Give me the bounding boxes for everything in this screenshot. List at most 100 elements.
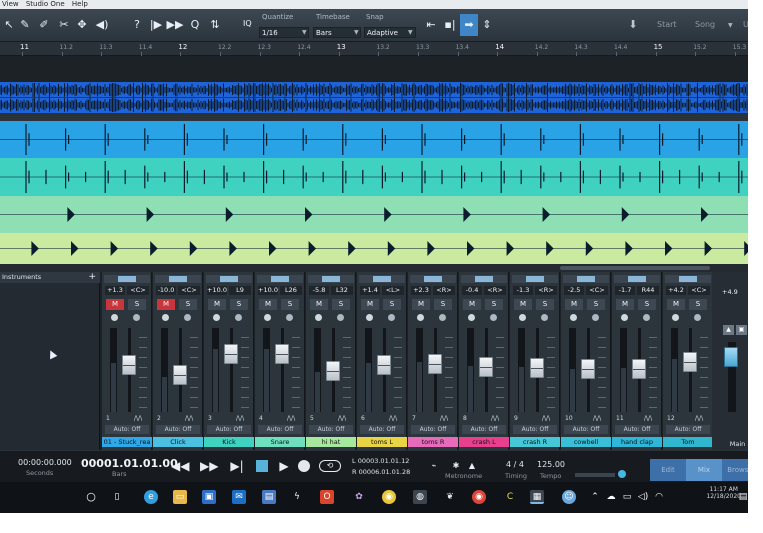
volume-fader[interactable] bbox=[377, 354, 391, 375]
automation-mode[interactable]: Auto: Off bbox=[105, 425, 149, 434]
menu-studio-one[interactable]: Studio One bbox=[26, 0, 65, 8]
volume-fader[interactable] bbox=[479, 356, 493, 377]
automation-mode[interactable]: Auto: Off bbox=[309, 425, 353, 434]
monitor-icon[interactable] bbox=[235, 314, 242, 321]
automation-mode[interactable]: Auto: Off bbox=[615, 425, 659, 434]
feather-icon[interactable]: ❦ bbox=[443, 490, 457, 504]
main-mute-button[interactable]: ▲ bbox=[723, 325, 734, 335]
volume-fader[interactable] bbox=[122, 354, 136, 375]
menu-view[interactable]: View bbox=[2, 0, 19, 8]
pencil-tool-icon[interactable]: ✐ bbox=[37, 18, 51, 32]
volume-readout[interactable]: +10.0 bbox=[258, 286, 278, 295]
input-selector[interactable] bbox=[512, 275, 558, 283]
play-icon[interactable]: ▶ bbox=[278, 459, 290, 473]
input-selector[interactable] bbox=[410, 275, 456, 283]
mail-icon[interactable]: ✉ bbox=[232, 490, 246, 504]
main-volume[interactable]: +4.9 bbox=[722, 288, 738, 296]
chrome-alt-icon[interactable]: ◉ bbox=[382, 490, 396, 504]
volume-readout[interactable]: +1.3 bbox=[105, 286, 125, 295]
arrow-tool-icon[interactable]: ↖ bbox=[2, 18, 16, 32]
channel-name[interactable]: toms R bbox=[408, 437, 458, 447]
solo-button[interactable]: S bbox=[281, 299, 299, 310]
pan-readout[interactable]: <L> bbox=[382, 286, 404, 295]
mute-button[interactable]: M bbox=[667, 299, 685, 310]
solo-button[interactable]: S bbox=[638, 299, 656, 310]
record-arm-icon[interactable] bbox=[366, 314, 373, 321]
nudge-left-icon[interactable]: |▶ bbox=[149, 18, 163, 32]
scrollbar-thumb[interactable] bbox=[560, 266, 710, 270]
automation-mode[interactable]: Auto: Off bbox=[564, 425, 608, 434]
channel-name[interactable]: Tom bbox=[663, 437, 713, 447]
volume-fader[interactable] bbox=[275, 344, 289, 364]
record-arm-icon[interactable] bbox=[417, 314, 424, 321]
track-area[interactable] bbox=[0, 56, 763, 264]
monitor-icon[interactable] bbox=[541, 314, 548, 321]
pan-readout[interactable]: L32 bbox=[331, 286, 353, 295]
channel-name[interactable]: Click bbox=[153, 437, 203, 447]
snap-toggle-button[interactable]: ➡ bbox=[460, 14, 478, 36]
monitor-icon[interactable] bbox=[439, 314, 446, 321]
volume-fader[interactable] bbox=[632, 358, 646, 379]
photos-icon[interactable]: ▤ bbox=[262, 490, 276, 504]
ccleaner-icon[interactable]: C bbox=[503, 490, 517, 504]
range-tool-icon[interactable]: ✎ bbox=[18, 18, 32, 32]
automation-mode[interactable]: Auto: Off bbox=[207, 425, 251, 434]
time-bars-display[interactable]: 00001.01.01.00 bbox=[81, 457, 178, 470]
solo-button[interactable]: S bbox=[179, 299, 197, 310]
rewind-icon[interactable]: ◀◀ bbox=[171, 459, 189, 473]
mute-button[interactable]: M bbox=[259, 299, 277, 310]
input-selector[interactable] bbox=[308, 275, 354, 283]
edit-button[interactable]: Edit bbox=[650, 459, 686, 481]
master-volume-slider[interactable] bbox=[575, 473, 615, 477]
volume-fader[interactable] bbox=[224, 344, 238, 364]
volume-readout[interactable]: +2.3 bbox=[411, 286, 431, 295]
input-selector[interactable] bbox=[155, 275, 201, 283]
solo-button[interactable]: S bbox=[434, 299, 452, 310]
volume-readout[interactable]: +10.0 bbox=[207, 286, 227, 295]
to-end-icon[interactable]: ▶| bbox=[230, 459, 244, 473]
loop-end[interactable]: R 00006.01.01.28 bbox=[352, 468, 410, 476]
mute-button[interactable]: M bbox=[106, 299, 124, 310]
office-icon[interactable]: O bbox=[320, 490, 334, 504]
onedrive-icon[interactable]: ☁ bbox=[604, 490, 618, 504]
file-explorer-icon[interactable]: ▭ bbox=[173, 490, 187, 504]
help-icon[interactable]: ? bbox=[130, 18, 144, 32]
monitor-icon[interactable] bbox=[694, 314, 701, 321]
pan-readout[interactable]: <C> bbox=[688, 286, 710, 295]
volume-readout[interactable]: -5.8 bbox=[309, 286, 329, 295]
pan-readout[interactable]: <C> bbox=[178, 286, 200, 295]
input-selector[interactable] bbox=[359, 275, 405, 283]
people-icon[interactable]: ⌃ bbox=[588, 490, 602, 504]
song-button[interactable]: Song bbox=[695, 20, 715, 29]
mute-button[interactable]: M bbox=[208, 299, 226, 310]
listen-tool-icon[interactable]: ◀) bbox=[95, 18, 109, 32]
metronome-icon[interactable]: ✱ bbox=[450, 459, 462, 473]
cursor-follow-icon[interactable]: ⇤ bbox=[424, 18, 438, 32]
start-button[interactable]: Start bbox=[657, 20, 677, 29]
mute-button[interactable]: M bbox=[361, 299, 379, 310]
zoom-icon[interactable]: Q bbox=[188, 18, 202, 32]
store-icon[interactable]: ▣ bbox=[202, 490, 216, 504]
input-selector[interactable] bbox=[257, 275, 303, 283]
channel-name[interactable]: 01 - Stuck_rea bbox=[102, 437, 152, 447]
record-arm-icon[interactable] bbox=[519, 314, 526, 321]
mute-button[interactable]: M bbox=[157, 299, 175, 310]
track-lane-4[interactable] bbox=[0, 196, 763, 233]
stop-button[interactable] bbox=[256, 460, 268, 472]
loop-icon[interactable]: ⟲ bbox=[319, 460, 341, 472]
record-arm-icon[interactable] bbox=[315, 314, 322, 321]
channel-name[interactable]: hand clap bbox=[612, 437, 662, 447]
snap-grid-icon[interactable]: ⇅ bbox=[208, 18, 222, 32]
monitor-icon[interactable] bbox=[286, 314, 293, 321]
track-lane-5[interactable] bbox=[0, 233, 763, 264]
record-arm-icon[interactable] bbox=[213, 314, 220, 321]
task-view-icon[interactable]: ▯ bbox=[110, 490, 124, 504]
add-instrument-button[interactable]: + bbox=[88, 272, 96, 283]
channel-name[interactable]: cowbell bbox=[561, 437, 611, 447]
track-lane-3[interactable] bbox=[0, 158, 763, 196]
channel-name[interactable]: Snare bbox=[255, 437, 305, 447]
active-app-icon[interactable]: ▦ bbox=[530, 490, 544, 504]
mute-button[interactable]: M bbox=[514, 299, 532, 310]
pan-readout[interactable]: <R> bbox=[484, 286, 506, 295]
input-selector[interactable] bbox=[104, 275, 150, 283]
